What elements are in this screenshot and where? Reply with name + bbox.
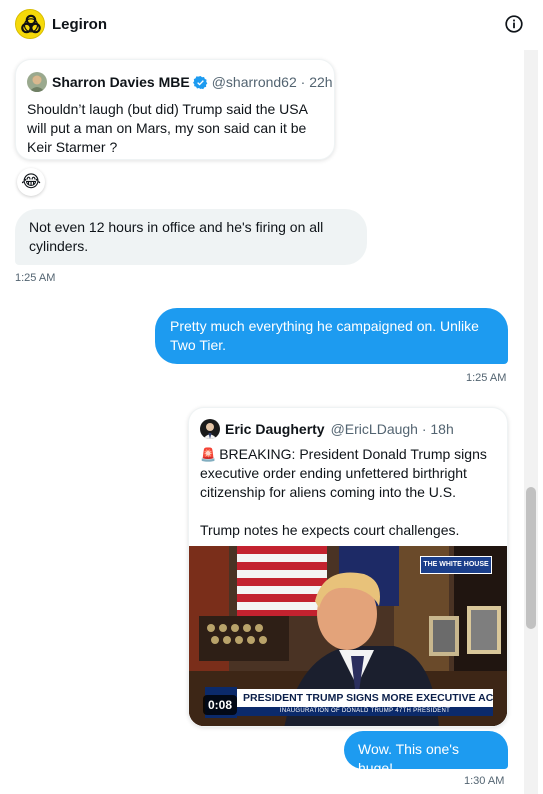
quoted-post-text-line: BREAKING: President Donald Trump signs e… (200, 446, 487, 500)
author-handle-time: @EricLDaugh · 18h (330, 421, 454, 437)
news-chyron-subtitle: INAUGURATION OF DONALD TRUMP 47TH PRESID… (237, 707, 493, 716)
author-name: Eric Daugherty (225, 421, 325, 437)
info-icon[interactable] (504, 14, 524, 34)
message-timestamp: 1:25 AM (466, 372, 507, 384)
incoming-message-bubble[interactable]: Not even 12 hours in office and he's fir… (15, 209, 367, 265)
channel-bug-label: THE WHITE HOUSE (420, 556, 492, 574)
quoted-post-card[interactable]: Eric Daugherty @EricLDaugh · 18h 🚨 BREAKI… (188, 407, 508, 727)
quoted-post-header: Eric Daugherty @EricLDaugh · 18h (200, 419, 454, 439)
message-timestamp: 1:25 AM (15, 272, 56, 284)
conversation-title[interactable]: Legiron (52, 16, 107, 33)
biohazard-avatar-icon[interactable] (15, 9, 45, 39)
news-chyron: PRESIDENT TRUMP SIGNS MORE EXECUTIVE ACT… (237, 689, 493, 707)
author-handle-time: @sharrond62 · 22h (211, 74, 333, 90)
quoted-post-text: 🚨 BREAKING: President Donald Trump signs … (200, 445, 490, 540)
video-thumbnail[interactable]: THE WHITE HOUSE PRESIDENT TRUMP SIGNS MO… (189, 546, 507, 726)
quoted-post-text-line: Trump notes he expects court challenges. (200, 522, 460, 538)
video-duration-badge: 0:08 (203, 695, 238, 715)
verified-badge-icon (192, 75, 208, 89)
message-timestamp: 1:30 AM (464, 775, 505, 787)
quoted-post-card[interactable]: Sharron Davies MBE @sharrond62 · 22h Sho… (15, 59, 335, 160)
outgoing-message-bubble[interactable]: Pretty much everything he campaigned on.… (155, 308, 508, 364)
scrollbar-thumb[interactable] (526, 487, 536, 629)
quoted-post-text: Shouldn’t laugh (but did) Trump said the… (27, 101, 308, 155)
scrollbar-track[interactable] (524, 50, 538, 794)
outgoing-message-bubble[interactable]: Wow. This one's huge! (344, 731, 508, 776)
reaction-emoji[interactable]: 😂 (17, 168, 45, 196)
author-name: Sharron Davies MBE (52, 74, 190, 90)
author-avatar (27, 72, 47, 92)
quoted-post-header: Sharron Davies MBE @sharrond62 · 22h (27, 72, 333, 92)
siren-emoji-icon: 🚨 (200, 447, 217, 462)
author-avatar (200, 419, 220, 439)
conversation-header: Legiron (0, 0, 543, 50)
